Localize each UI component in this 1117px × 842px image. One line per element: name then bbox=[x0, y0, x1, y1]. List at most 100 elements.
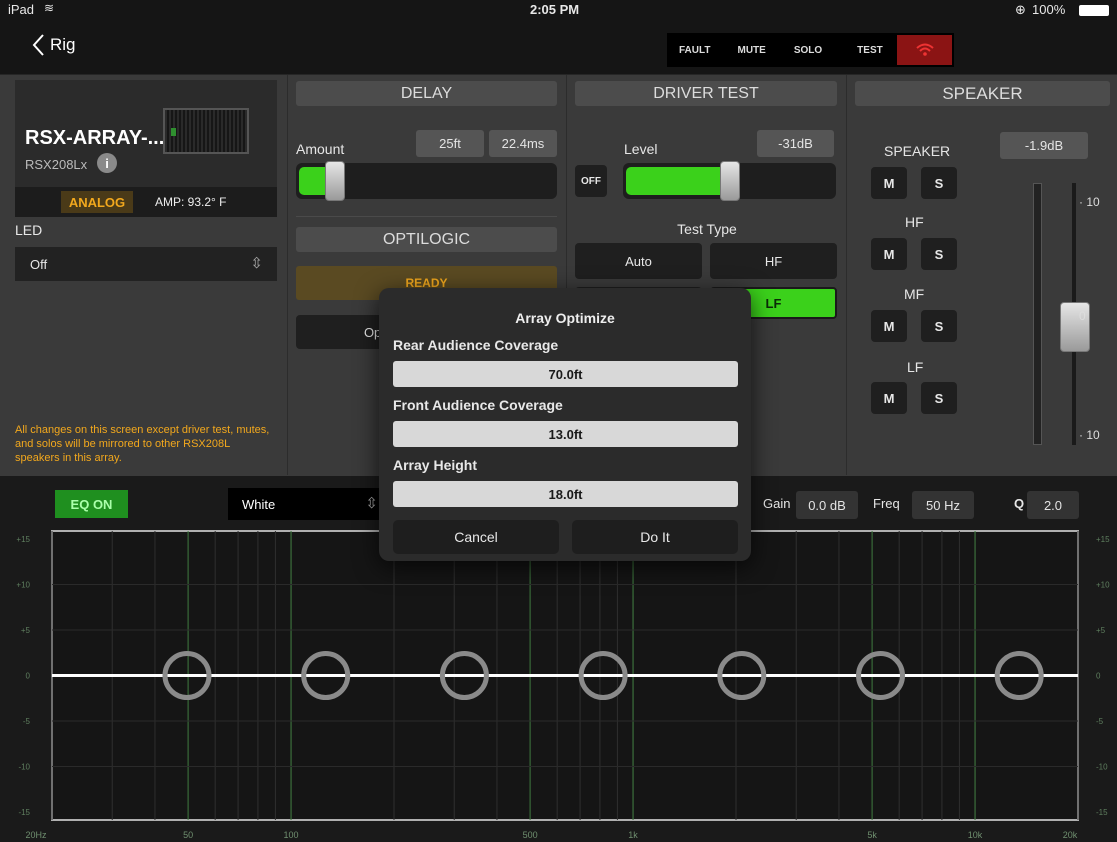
mute-indicator[interactable]: MUTE bbox=[737, 45, 765, 56]
hf-solo-button[interactable]: S bbox=[921, 238, 957, 270]
driver-test-off-toggle[interactable]: OFF bbox=[575, 165, 607, 197]
eq-x-tick: 10k bbox=[968, 830, 983, 840]
array-height-label: Array Height bbox=[393, 457, 478, 473]
eq-y-tick-right: -5 bbox=[1096, 717, 1104, 726]
select-arrows-icon: ⇳ bbox=[250, 255, 263, 272]
eq-y-tick-left: +15 bbox=[16, 535, 30, 544]
eq-y-tick-right: -10 bbox=[1096, 763, 1108, 772]
driver-level-fill bbox=[626, 167, 730, 195]
test-type-label: Test Type bbox=[677, 221, 737, 237]
speaker-solo-button[interactable]: S bbox=[921, 167, 957, 199]
eq-x-tick: 5k bbox=[867, 830, 877, 840]
clock: 2:05 PM bbox=[530, 2, 580, 17]
back-button[interactable]: Rig bbox=[32, 30, 76, 60]
driver-test-header: DRIVER TEST bbox=[575, 81, 837, 106]
device-footer: ANALOG AMP: 93.2° F bbox=[15, 187, 277, 217]
delay-fader[interactable] bbox=[296, 161, 557, 201]
eq-y-tick-right: 0 bbox=[1096, 672, 1101, 681]
array-optimize-dialog: Array Optimize Rear Audience Coverage 70… bbox=[379, 288, 751, 561]
divider bbox=[296, 216, 557, 217]
test-indicator[interactable]: TEST bbox=[857, 45, 883, 56]
mf-mute-button[interactable]: M bbox=[871, 310, 907, 342]
wifi-icon bbox=[915, 43, 934, 56]
wireless-button[interactable] bbox=[897, 35, 952, 65]
front-coverage-label: Front Audience Coverage bbox=[393, 397, 563, 413]
solo-indicator[interactable]: SOLO bbox=[794, 45, 822, 56]
battery-icon bbox=[1079, 5, 1109, 16]
eq-y-tick-left: -15 bbox=[18, 808, 30, 817]
lf-group-label: LF bbox=[907, 359, 924, 375]
nav-bar: Rig FAULT MUTE SOLO TEST bbox=[0, 20, 1117, 75]
driver-level-thumb[interactable] bbox=[720, 161, 740, 201]
led-label: LED bbox=[15, 222, 43, 238]
test-type-hf[interactable]: HF bbox=[710, 243, 837, 279]
delay-distance: 25ft bbox=[416, 130, 484, 157]
led-select[interactable]: Off ⇳ bbox=[15, 247, 277, 281]
back-label: Rig bbox=[50, 35, 76, 54]
fault-indicator[interactable]: FAULT bbox=[679, 45, 710, 56]
delay-amount-label: Amount bbox=[296, 141, 345, 157]
device-image bbox=[163, 108, 249, 154]
eq-x-tick: 500 bbox=[523, 830, 538, 840]
chevron-left-icon bbox=[32, 34, 44, 56]
eq-y-tick-left: +5 bbox=[21, 626, 31, 635]
wifi-icon: ≋ bbox=[44, 1, 55, 15]
mf-solo-button[interactable]: S bbox=[921, 310, 957, 342]
device-name: RSX-ARRAY-... bbox=[25, 127, 165, 149]
hf-group-label: HF bbox=[905, 214, 924, 230]
battery-percent: 100% bbox=[1032, 2, 1066, 17]
led-select-value: Off bbox=[30, 256, 48, 272]
hf-mute-button[interactable]: M bbox=[871, 238, 907, 270]
amp-temperature: AMP: 93.2° F bbox=[155, 195, 227, 209]
speaker-group-label: SPEAKER bbox=[884, 143, 951, 159]
status-bar: iPad ≋ 2:05 PM ⊕ 100% bbox=[0, 0, 1117, 20]
eq-x-tick: 1k bbox=[628, 830, 638, 840]
test-type-auto[interactable]: Auto bbox=[575, 243, 702, 279]
info-icon[interactable]: i bbox=[97, 153, 117, 173]
do-it-button[interactable]: Do It bbox=[572, 520, 738, 554]
eq-y-tick-left: 0 bbox=[26, 672, 31, 681]
optilogic-header: OPTILOGIC bbox=[296, 227, 557, 252]
delay-header: DELAY bbox=[296, 81, 557, 106]
lf-mute-button[interactable]: M bbox=[871, 382, 907, 414]
eq-y-tick-left: -5 bbox=[23, 717, 31, 726]
rear-coverage-label: Rear Audience Coverage bbox=[393, 337, 559, 353]
device-label: iPad bbox=[8, 2, 35, 17]
dialog-title: Array Optimize bbox=[515, 310, 615, 326]
delay-time: 22.4ms bbox=[489, 130, 557, 157]
speaker-header: SPEAKER bbox=[855, 81, 1110, 106]
eq-y-tick-right: -15 bbox=[1096, 808, 1108, 817]
speaker-meter bbox=[1033, 183, 1042, 445]
scale-zero-label: 0 bbox=[1079, 309, 1086, 323]
eq-x-tick: 100 bbox=[284, 830, 299, 840]
eq-x-tick: 20Hz bbox=[25, 830, 47, 840]
delay-fader-thumb[interactable] bbox=[325, 161, 345, 201]
eq-x-tick: 50 bbox=[183, 830, 193, 840]
array-height-field[interactable]: 18.0ft bbox=[393, 481, 738, 507]
front-coverage-field[interactable]: 13.0ft bbox=[393, 421, 738, 447]
device-card: RSX-ARRAY-... RSX208Lx i ANALOG AMP: 93.… bbox=[15, 80, 277, 217]
scale-top-label: · 10 bbox=[1079, 195, 1100, 209]
device-model: RSX208Lx bbox=[25, 157, 88, 172]
eq-y-tick-left: +10 bbox=[16, 581, 30, 590]
eq-x-tick: 20k bbox=[1063, 830, 1078, 840]
rear-coverage-field[interactable]: 70.0ft bbox=[393, 361, 738, 387]
orientation-lock-icon: ⊕ bbox=[1015, 2, 1026, 17]
mf-group-label: MF bbox=[904, 286, 925, 302]
lf-solo-button[interactable]: S bbox=[921, 382, 957, 414]
speaker-mute-button[interactable]: M bbox=[871, 167, 907, 199]
status-indicators: FAULT MUTE SOLO TEST bbox=[667, 33, 954, 67]
eq-y-tick-right: +10 bbox=[1096, 581, 1110, 590]
mirror-notice: All changes on this screen except driver… bbox=[15, 424, 270, 464]
eq-y-tick-left: -10 bbox=[18, 763, 30, 772]
eq-y-tick-right: +5 bbox=[1096, 626, 1106, 635]
cancel-button[interactable]: Cancel bbox=[393, 520, 559, 554]
driver-level-fader[interactable] bbox=[623, 161, 836, 201]
driver-level-label: Level bbox=[624, 141, 658, 157]
eq-y-tick-right: +15 bbox=[1096, 535, 1110, 544]
scale-bottom-label: · 10 bbox=[1079, 428, 1100, 442]
speaker-gain-value: -1.9dB bbox=[1000, 132, 1088, 159]
driver-level-value: -31dB bbox=[757, 130, 834, 157]
input-mode-badge[interactable]: ANALOG bbox=[61, 191, 133, 213]
speaker-column: SPEAKER SPEAKER -1.9dB M S HF M S MF M S… bbox=[846, 75, 1117, 475]
